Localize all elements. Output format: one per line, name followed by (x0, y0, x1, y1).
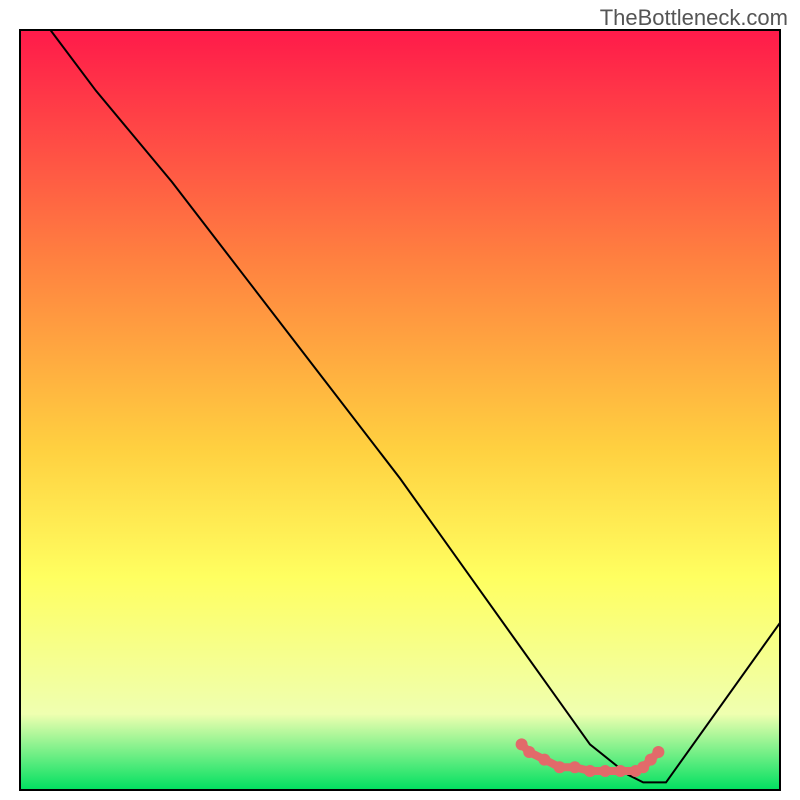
optimal-zone-dot (523, 746, 535, 758)
optimal-zone-dot (554, 761, 566, 773)
optimal-zone-dot (614, 765, 626, 777)
optimal-zone-dot (584, 765, 596, 777)
optimal-zone-dot (652, 746, 664, 758)
optimal-zone-dot (569, 761, 581, 773)
watermark-label: TheBottleneck.com (600, 5, 788, 31)
plot-background (20, 30, 780, 790)
chart-container: TheBottleneck.com (0, 0, 800, 800)
optimal-zone-dot (538, 754, 550, 766)
bottleneck-chart (0, 0, 800, 800)
optimal-zone-dot (599, 765, 611, 777)
